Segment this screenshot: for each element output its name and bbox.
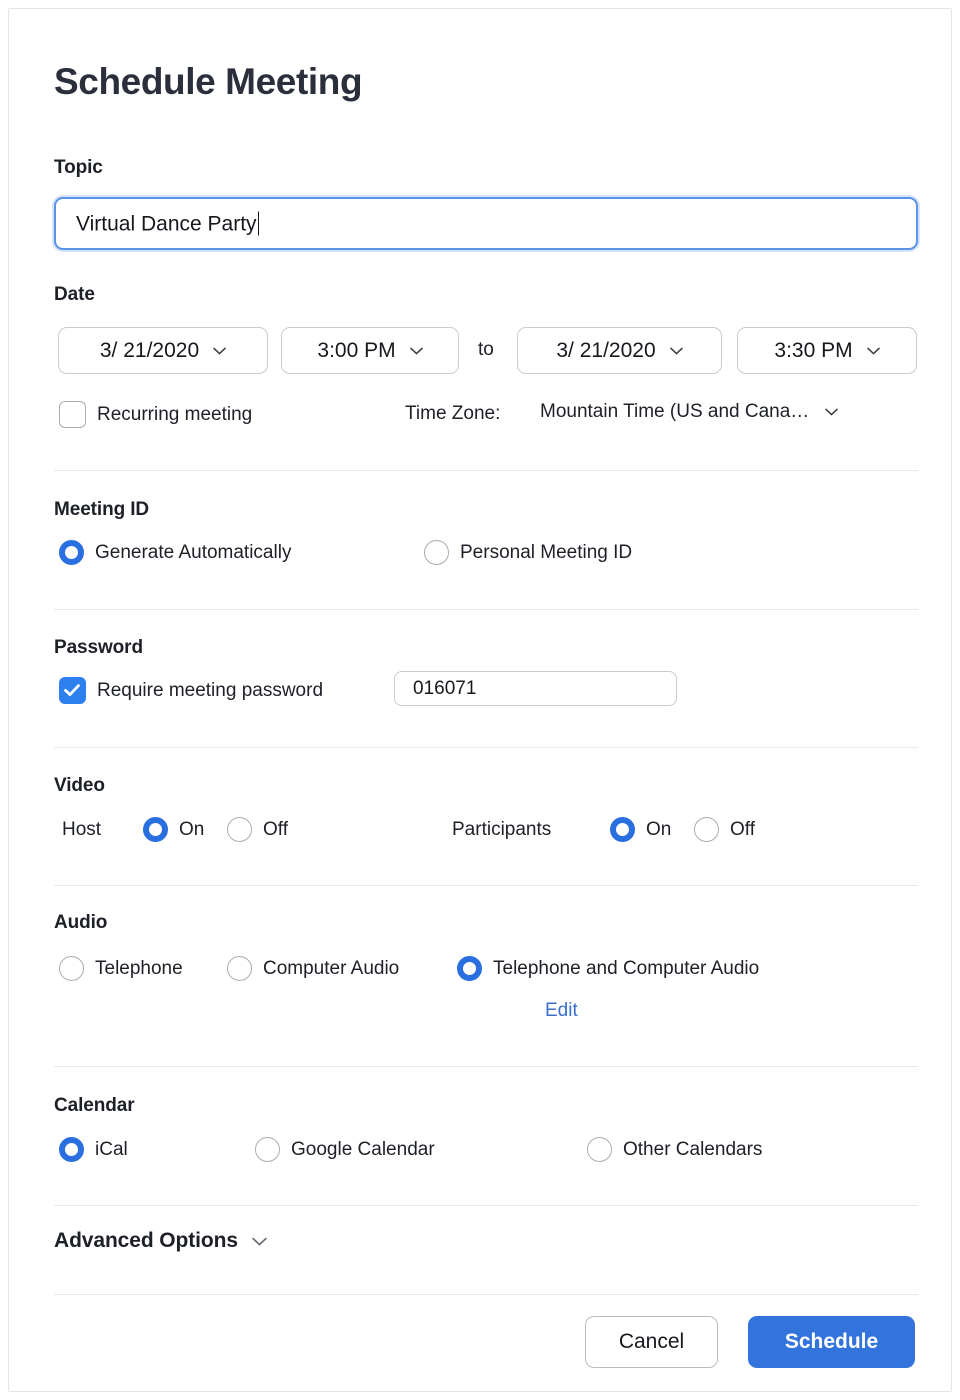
meeting-id-option-label: Generate Automatically: [95, 542, 291, 564]
timezone-dropdown[interactable]: Mountain Time (US and Cana…: [540, 401, 838, 423]
radio-button: [227, 956, 252, 981]
advanced-options-toggle[interactable]: Advanced Options: [54, 1229, 267, 1253]
audio-option-label: Telephone and Computer Audio: [493, 958, 759, 980]
chevron-down-icon: [670, 347, 683, 355]
radio-button: [227, 817, 252, 842]
audio-option-computer[interactable]: Computer Audio: [227, 956, 399, 981]
topic-input-value: Virtual Dance Party: [76, 211, 259, 236]
radio-button: [610, 817, 635, 842]
divider: [54, 747, 918, 748]
video-participants-off-label: Off: [730, 819, 755, 841]
start-date-dropdown[interactable]: 3/ 21/2020: [58, 327, 268, 374]
require-password-checkbox[interactable]: Require meeting password: [59, 677, 323, 704]
calendar-option-google[interactable]: Google Calendar: [255, 1137, 435, 1162]
audio-option-telephone[interactable]: Telephone: [59, 956, 183, 981]
video-participants-on-radio[interactable]: On: [610, 817, 671, 842]
end-time-value: 3:30 PM: [774, 339, 852, 363]
text-caret: [258, 211, 259, 235]
radio-button: [424, 540, 449, 565]
page-title: Schedule Meeting: [54, 61, 362, 103]
chevron-down-icon: [410, 347, 423, 355]
divider: [54, 470, 918, 471]
audio-option-label: Telephone: [95, 958, 183, 980]
divider: [54, 1205, 918, 1206]
checkbox-box: [59, 401, 86, 428]
video-host-label: Host: [62, 819, 101, 841]
chevron-down-icon: [252, 1237, 267, 1246]
chevron-down-icon: [825, 408, 838, 416]
video-host-on-radio[interactable]: On: [143, 817, 204, 842]
timezone-label: Time Zone:: [405, 403, 500, 425]
end-time-dropdown[interactable]: 3:30 PM: [737, 327, 917, 374]
audio-option-label: Computer Audio: [263, 958, 399, 980]
radio-button: [59, 540, 84, 565]
password-input-value: 016071: [413, 678, 476, 700]
video-participants-off-radio[interactable]: Off: [694, 817, 755, 842]
start-time-value: 3:00 PM: [317, 339, 395, 363]
video-host-off-label: Off: [263, 819, 288, 841]
require-password-label: Require meeting password: [97, 680, 323, 702]
video-participants-label: Participants: [452, 819, 551, 841]
password-label: Password: [54, 637, 143, 659]
radio-button: [255, 1137, 280, 1162]
recurring-meeting-checkbox[interactable]: Recurring meeting: [59, 401, 252, 428]
schedule-meeting-dialog: Schedule Meeting Topic Virtual Dance Par…: [8, 8, 952, 1392]
meeting-id-option-generate[interactable]: Generate Automatically: [59, 540, 291, 565]
start-date-value: 3/ 21/2020: [100, 339, 199, 363]
radio-button: [694, 817, 719, 842]
password-input[interactable]: 016071: [394, 671, 677, 706]
video-label: Video: [54, 775, 105, 797]
schedule-button[interactable]: Schedule: [748, 1316, 915, 1368]
calendar-option-other[interactable]: Other Calendars: [587, 1137, 762, 1162]
calendar-label: Calendar: [54, 1095, 135, 1117]
audio-option-telephone-and-computer[interactable]: Telephone and Computer Audio: [457, 956, 759, 981]
audio-edit-link[interactable]: Edit: [545, 1000, 578, 1022]
divider: [54, 1066, 918, 1067]
date-label: Date: [54, 284, 95, 306]
divider: [54, 1294, 918, 1295]
topic-input[interactable]: Virtual Dance Party: [54, 197, 918, 250]
meeting-id-option-personal[interactable]: Personal Meeting ID: [424, 540, 632, 565]
chevron-down-icon: [867, 347, 880, 355]
end-date-value: 3/ 21/2020: [556, 339, 655, 363]
timezone-value: Mountain Time (US and Cana…: [540, 401, 809, 423]
video-host-on-label: On: [179, 819, 204, 841]
meeting-id-option-label: Personal Meeting ID: [460, 542, 632, 564]
calendar-option-label: iCal: [95, 1139, 128, 1161]
radio-button: [457, 956, 482, 981]
date-range-to-label: to: [478, 339, 494, 361]
radio-button: [587, 1137, 612, 1162]
divider: [54, 885, 918, 886]
advanced-options-label: Advanced Options: [54, 1229, 238, 1253]
calendar-option-label: Google Calendar: [291, 1139, 435, 1161]
calendar-option-ical[interactable]: iCal: [59, 1137, 128, 1162]
start-time-dropdown[interactable]: 3:00 PM: [281, 327, 459, 374]
audio-label: Audio: [54, 912, 107, 934]
cancel-button[interactable]: Cancel: [585, 1316, 718, 1368]
radio-button: [59, 956, 84, 981]
checkbox-box: [59, 677, 86, 704]
divider: [54, 609, 918, 610]
video-participants-on-label: On: [646, 819, 671, 841]
radio-button: [143, 817, 168, 842]
video-host-off-radio[interactable]: Off: [227, 817, 288, 842]
radio-button: [59, 1137, 84, 1162]
end-date-dropdown[interactable]: 3/ 21/2020: [517, 327, 722, 374]
calendar-option-label: Other Calendars: [623, 1139, 762, 1161]
chevron-down-icon: [213, 347, 226, 355]
topic-label: Topic: [54, 157, 103, 179]
meeting-id-label: Meeting ID: [54, 499, 149, 521]
recurring-meeting-label: Recurring meeting: [97, 404, 252, 426]
